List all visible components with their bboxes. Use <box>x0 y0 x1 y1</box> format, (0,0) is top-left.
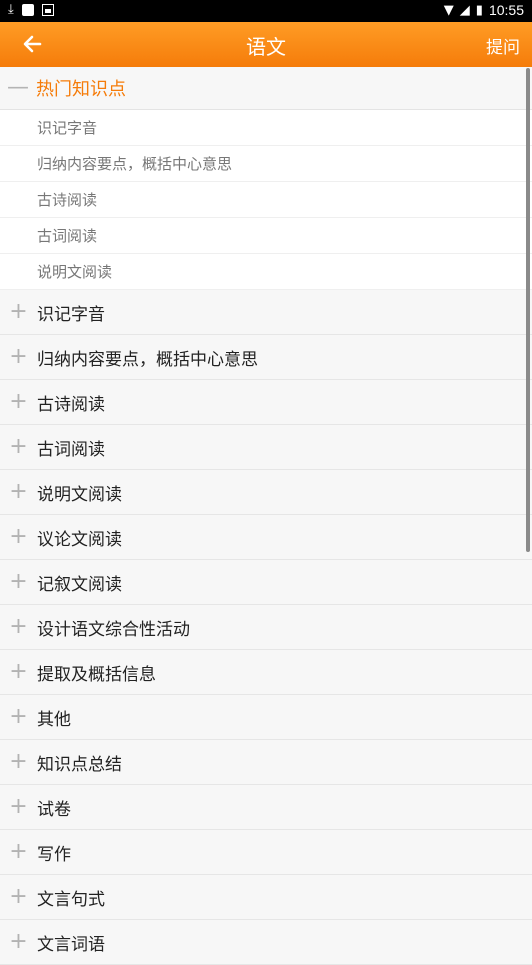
topic-group-label: 议论文阅读 <box>37 529 122 550</box>
expand-icon: + <box>9 704 28 729</box>
topic-group[interactable]: + 写作 <box>0 830 532 875</box>
topic-group[interactable]: + 议论文阅读 <box>0 515 532 560</box>
topic-group[interactable]: + 知识点总结 <box>0 740 532 785</box>
topic-group[interactable]: + 提取及概括信息 <box>0 650 532 695</box>
expand-icon: + <box>9 299 28 324</box>
signal-icon: ◢ <box>459 2 470 18</box>
topic-group-label: 文言词语 <box>37 934 105 955</box>
app-bar: 语文 提问 <box>0 22 532 67</box>
topic-group[interactable]: + 其他 <box>0 695 532 740</box>
expand-icon: + <box>9 614 28 639</box>
notification-icon <box>21 3 34 16</box>
hot-topic-item[interactable]: 识记字音 <box>0 110 532 146</box>
topic-group[interactable]: + 设计语文综合性活动 <box>0 605 532 650</box>
status-bar: ⤓ ▼ ◢ ▮ 10:55 <box>0 0 532 22</box>
download-icon: ⤓ <box>8 2 14 17</box>
topic-group-label: 说明文阅读 <box>37 484 122 505</box>
wifi-icon: ▼ <box>443 2 454 18</box>
expand-icon: + <box>9 479 28 504</box>
topic-group[interactable]: + 古诗阅读 <box>0 380 532 425</box>
topic-group-label: 归纳内容要点，概括中心意思 <box>37 349 258 370</box>
status-time: 10:55 <box>488 2 524 18</box>
hot-topic-item[interactable]: 古诗阅读 <box>0 182 532 218</box>
topic-group[interactable]: + 古词阅读 <box>0 425 532 470</box>
expand-icon: + <box>9 884 28 909</box>
knowledge-list: — 热门知识点 识记字音 归纳内容要点，概括中心意思 古诗阅读 古词阅读 说明文… <box>0 67 532 965</box>
topic-group-label: 古诗阅读 <box>37 394 105 415</box>
page-title: 语文 <box>246 35 286 59</box>
topic-group-label: 其他 <box>37 709 71 730</box>
topic-group-label: 识记字音 <box>37 304 105 325</box>
hot-topics-header[interactable]: — 热门知识点 <box>0 67 532 110</box>
expand-icon: + <box>9 344 28 369</box>
back-button[interactable] <box>20 32 44 56</box>
topic-group-label: 古词阅读 <box>37 439 105 460</box>
expand-icon: + <box>9 839 28 864</box>
expand-icon: + <box>9 569 28 594</box>
scrollbar[interactable] <box>526 68 530 552</box>
topic-group-label: 设计语文综合性活动 <box>37 619 190 640</box>
topic-group-label: 记叙文阅读 <box>37 574 122 595</box>
topic-group[interactable]: + 归纳内容要点，概括中心意思 <box>0 335 532 380</box>
expand-icon: + <box>9 524 28 549</box>
expand-icon: + <box>9 794 28 819</box>
topic-group[interactable]: + 文言词语 <box>0 920 532 965</box>
back-arrow-icon <box>23 35 42 53</box>
topic-group-label: 文言句式 <box>37 889 105 910</box>
hot-topic-item[interactable]: 古词阅读 <box>0 218 532 254</box>
expand-icon: + <box>9 749 28 774</box>
topic-group-label: 写作 <box>37 844 71 865</box>
hot-topics-label: 热门知识点 <box>36 79 126 100</box>
ask-question-button[interactable]: 提问 <box>486 33 520 58</box>
battery-icon: ▮ <box>475 2 483 18</box>
topic-group-label: 试卷 <box>37 799 71 820</box>
hot-topic-item[interactable]: 说明文阅读 <box>0 254 532 290</box>
topic-group[interactable]: + 记叙文阅读 <box>0 560 532 605</box>
collapse-icon: — <box>7 75 29 100</box>
topic-group-label: 知识点总结 <box>37 754 122 775</box>
image-icon <box>41 3 54 16</box>
expand-icon: + <box>9 659 28 684</box>
topic-group[interactable]: + 识记字音 <box>0 290 532 335</box>
hot-topic-item[interactable]: 归纳内容要点，概括中心意思 <box>0 146 532 182</box>
expand-icon: + <box>9 929 28 954</box>
expand-icon: + <box>9 389 28 414</box>
topic-group-label: 提取及概括信息 <box>37 664 156 685</box>
topic-group[interactable]: + 文言句式 <box>0 875 532 920</box>
expand-icon: + <box>9 434 28 459</box>
topic-group[interactable]: + 说明文阅读 <box>0 470 532 515</box>
topic-group[interactable]: + 试卷 <box>0 785 532 830</box>
